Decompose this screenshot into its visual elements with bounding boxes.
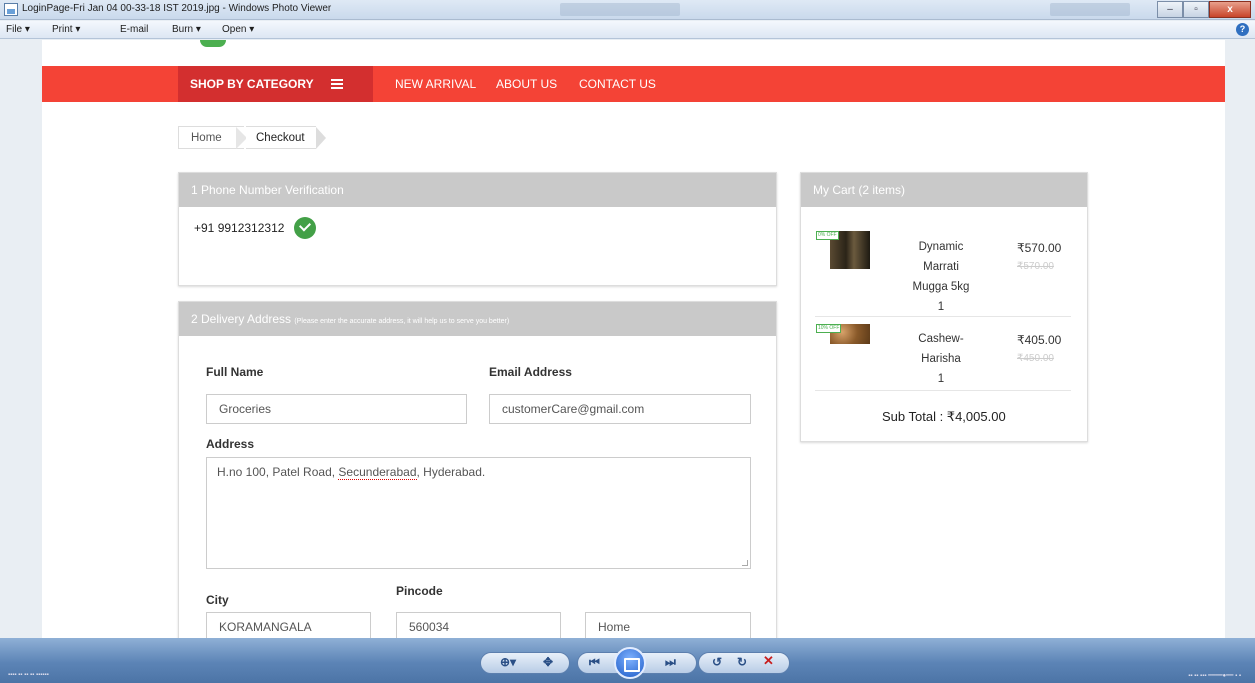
email-input[interactable]: customerCare@gmail.com (489, 394, 751, 424)
pincode-label: Pincode (396, 584, 443, 598)
delivery-title: 2 Delivery Address (191, 312, 292, 326)
phone-number: +91 9912312312 (194, 221, 285, 235)
breadcrumb-end (316, 127, 326, 149)
breadcrumb-home[interactable]: Home (178, 126, 244, 149)
delivery-address-panel: 2 Delivery Address (Please enter the acc… (178, 301, 777, 638)
item-price: ₹570.00 (1017, 241, 1062, 255)
slideshow-button[interactable] (614, 647, 646, 679)
delivery-section-title: 2 Delivery Address (Please enter the acc… (179, 302, 776, 336)
actual-size-icon[interactable]: ✥ (543, 655, 553, 669)
delete-icon[interactable]: ✕ (763, 653, 774, 669)
photo-viewport: SHOP BY CATEGORY NEW ARRIVAL ABOUT US CO… (0, 40, 1255, 638)
phone-section-title: 1 Phone Number Verification (179, 173, 776, 207)
rotate-right-icon[interactable]: ↻ (737, 655, 747, 669)
blurred-tab (560, 3, 680, 16)
hamburger-icon (330, 78, 343, 89)
item-price: ₹405.00 (1017, 333, 1062, 347)
cart-item-name: Cashew- Harisha 1 (902, 329, 980, 389)
help-icon[interactable]: ? (1236, 23, 1249, 36)
address-misspelled-word: Secunderabad (338, 465, 417, 480)
pincode-input[interactable]: 560034 (396, 612, 561, 638)
nav-contact-us[interactable]: CONTACT US (579, 66, 656, 102)
top-navbar: SHOP BY CATEGORY NEW ARRIVAL ABOUT US CO… (42, 66, 1225, 102)
cart-panel: My Cart (2 items) 0% OFF Dynamic Marrati… (800, 172, 1088, 442)
menu-open[interactable]: Open ▾ (222, 24, 254, 35)
address-text: H.no 100, Patel Road, (217, 465, 339, 479)
maximize-button[interactable]: ▫ (1183, 1, 1209, 18)
verified-check-icon (294, 217, 316, 239)
item-name-line: Cashew- (918, 333, 964, 345)
menu-burn[interactable]: Burn ▾ (172, 24, 201, 35)
menu-bar: File ▾ Print ▾ E-mail Burn ▾ Open ▾ ? (0, 21, 1255, 39)
menu-file[interactable]: File ▾ (6, 24, 30, 35)
item-qty: 1 (937, 301, 945, 313)
rotate-left-icon[interactable]: ↺ (712, 655, 722, 669)
blurred-tab (1050, 3, 1130, 16)
menu-print[interactable]: Print ▾ (52, 24, 80, 35)
window-titlebar: LoginPage-Fri Jan 04 00-33-18 IST 2019.j… (0, 0, 1255, 20)
previous-icon[interactable]: ⏮ (589, 655, 600, 670)
delivery-subtitle: (Please enter the accurate address, it w… (294, 318, 510, 325)
zoom-icon[interactable]: ⊕▾ (500, 655, 516, 669)
email-label: Email Address (489, 365, 572, 379)
address-text-end: , Hyderabad. (416, 465, 486, 479)
menu-email[interactable]: E-mail (120, 24, 148, 35)
discount-badge: 0% OFF (816, 231, 839, 240)
logo-peek (200, 40, 226, 47)
item-name-line: Harisha (921, 353, 961, 365)
resize-grip-icon[interactable] (742, 560, 748, 566)
city-input[interactable]: KORAMANGALA (206, 612, 371, 638)
item-name-line: Marrati (923, 261, 959, 273)
category-label: SHOP BY CATEGORY (190, 77, 314, 91)
address-label: Address (206, 437, 255, 451)
item-mrp: ₹570.00 (1017, 261, 1054, 272)
zoom-pill (480, 652, 570, 674)
viewer-toolbar: ▪▪▪▪ ▪▪ ▪▪ ▪▪ ▪▪▪▪▪▪ ▪▪ ▪▪ ▪▪▪ ━━━━●━━ ▪… (0, 638, 1255, 683)
phone-verification-panel: 1 Phone Number Verification +91 99123123… (178, 172, 777, 286)
minimize-button[interactable]: – (1157, 1, 1183, 18)
full-name-input[interactable]: Groceries (206, 394, 467, 424)
address-type-input[interactable]: Home (585, 612, 751, 638)
full-name-label: Full Name (206, 365, 264, 379)
item-name-line: Dynamic (918, 241, 964, 253)
next-icon[interactable]: ⏭ (665, 655, 676, 670)
item-qty: 1 (937, 373, 945, 385)
cart-item-name: Dynamic Marrati Mugga 5kg 1 (902, 237, 980, 317)
close-button[interactable]: x (1209, 1, 1251, 18)
photo-viewer-icon (4, 3, 18, 16)
item-name-line: Mugga 5kg (912, 281, 970, 293)
window-title: LoginPage-Fri Jan 04 00-33-18 IST 2019.j… (22, 3, 332, 14)
nav-new-arrival[interactable]: NEW ARRIVAL (395, 66, 476, 102)
item-mrp: ₹450.00 (1017, 353, 1054, 364)
discount-badge: 10% OFF (816, 324, 842, 333)
address-textarea[interactable]: H.no 100, Patel Road, Secunderabad, Hyde… (206, 457, 751, 569)
window-controls: – ▫ x (1157, 1, 1251, 18)
cart-title: My Cart (2 items) (801, 173, 1087, 207)
shop-by-category-button[interactable]: SHOP BY CATEGORY (178, 66, 373, 102)
status-text-left: ▪▪▪▪ ▪▪ ▪▪ ▪▪ ▪▪▪▪▪▪ (8, 672, 49, 678)
item-divider (815, 316, 1071, 317)
cart-subtotal: Sub Total : ₹4,005.00 (882, 409, 1006, 424)
item-divider (815, 390, 1071, 391)
status-text-right: ▪▪ ▪▪ ▪▪▪ ━━━━●━━ ▪ ▪ (1188, 673, 1241, 679)
nav-about-us[interactable]: ABOUT US (496, 66, 557, 102)
city-label: City (206, 593, 229, 607)
breadcrumb-current: Checkout (246, 126, 316, 149)
